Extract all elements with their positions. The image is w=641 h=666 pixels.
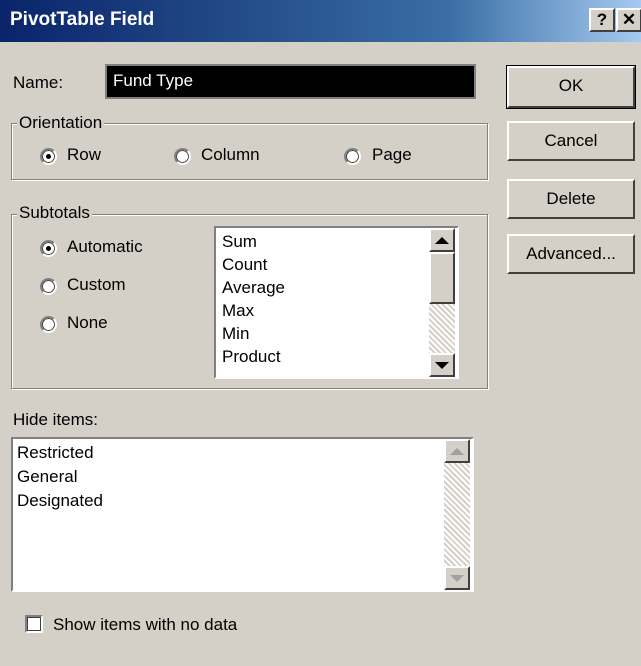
orientation-page-label[interactable]: Page: [372, 145, 412, 165]
hide-items-list[interactable]: Restricted General Designated: [11, 437, 474, 592]
list-item[interactable]: Min: [222, 324, 249, 344]
subtotals-none-label[interactable]: None: [67, 313, 108, 333]
scroll-down-button[interactable]: [444, 566, 470, 590]
scroll-down-button[interactable]: [429, 353, 455, 377]
show-items-checkbox[interactable]: [25, 615, 43, 633]
advanced-button[interactable]: Advanced...: [507, 234, 635, 274]
cancel-button[interactable]: Cancel: [507, 121, 635, 161]
close-icon[interactable]: ✕: [616, 8, 641, 32]
list-item[interactable]: General: [17, 467, 77, 487]
show-items-label[interactable]: Show items with no data: [53, 615, 237, 635]
hide-items-label: Hide items:: [13, 410, 99, 429]
arrow-up-icon: [450, 447, 464, 455]
list-item[interactable]: Max: [222, 301, 254, 321]
scrollbar-thumb[interactable]: [429, 252, 455, 304]
orientation-group-label: Orientation: [17, 113, 105, 133]
help-button[interactable]: ?: [589, 8, 615, 32]
delete-button[interactable]: Delete: [507, 179, 635, 219]
subtotal-functions-list[interactable]: Sum Count Average Max Min Product: [214, 226, 459, 379]
arrow-down-icon: [450, 574, 464, 582]
orientation-row-label[interactable]: Row: [67, 145, 101, 165]
title-bar[interactable]: PivotTable Field ? ✕: [0, 0, 641, 42]
list-item[interactable]: Designated: [17, 491, 103, 511]
subtotals-group-label: Subtotals: [17, 203, 92, 223]
dialog-title: PivotTable Field: [10, 9, 155, 30]
name-field[interactable]: Fund Type: [105, 64, 476, 99]
subtotals-custom-radio[interactable]: [40, 278, 57, 295]
list-item[interactable]: Product: [222, 347, 281, 367]
pivottable-field-dialog: PivotTable Field ? ✕ Name: Fund Type Ori…: [0, 0, 641, 666]
orientation-column-label[interactable]: Column: [201, 145, 260, 165]
list-item[interactable]: Count: [222, 255, 267, 275]
name-label: Name:: [13, 73, 64, 92]
arrow-up-icon: [435, 236, 449, 244]
subtotals-custom-label[interactable]: Custom: [67, 275, 126, 295]
list-item[interactable]: Sum: [222, 232, 257, 252]
subtotals-automatic-label[interactable]: Automatic: [67, 237, 143, 257]
arrow-down-icon: [435, 361, 449, 369]
orientation-column-radio[interactable]: [174, 148, 191, 165]
list-item[interactable]: Average: [222, 278, 285, 298]
list-item[interactable]: Restricted: [17, 443, 94, 463]
ok-button[interactable]: OK: [506, 65, 636, 109]
orientation-page-radio[interactable]: [344, 148, 361, 165]
orientation-row-radio[interactable]: [40, 148, 57, 165]
scroll-up-button[interactable]: [429, 228, 455, 252]
subtotals-automatic-radio[interactable]: [40, 240, 57, 257]
subtotals-none-radio[interactable]: [40, 316, 57, 333]
name-field-value: Fund Type: [113, 71, 194, 91]
scroll-up-button[interactable]: [444, 439, 470, 463]
